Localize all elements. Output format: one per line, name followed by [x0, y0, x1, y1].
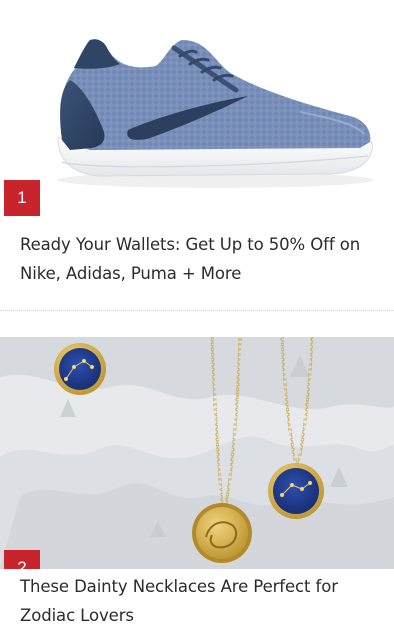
- rank-badge: 1: [4, 180, 40, 216]
- sneaker-image: [0, 0, 394, 216]
- article-card: 2 These Dainty Necklaces Are Perfect for…: [0, 312, 394, 626]
- article-headline[interactable]: These Dainty Necklaces Are Perfect for Z…: [20, 572, 380, 630]
- article-feed: 1 Ready Your Wallets: Get Up to 50% Off …: [0, 0, 394, 626]
- article-card: 1 Ready Your Wallets: Get Up to 50% Off …: [0, 0, 394, 312]
- article-image-link[interactable]: 1: [0, 0, 394, 216]
- article-headline[interactable]: Ready Your Wallets: Get Up to 50% Off on…: [20, 230, 380, 288]
- zodiac-necklaces-image: [0, 337, 394, 569]
- divider: [0, 310, 394, 311]
- rank-badge: 2: [4, 550, 40, 569]
- article-image-link[interactable]: 2: [0, 337, 394, 569]
